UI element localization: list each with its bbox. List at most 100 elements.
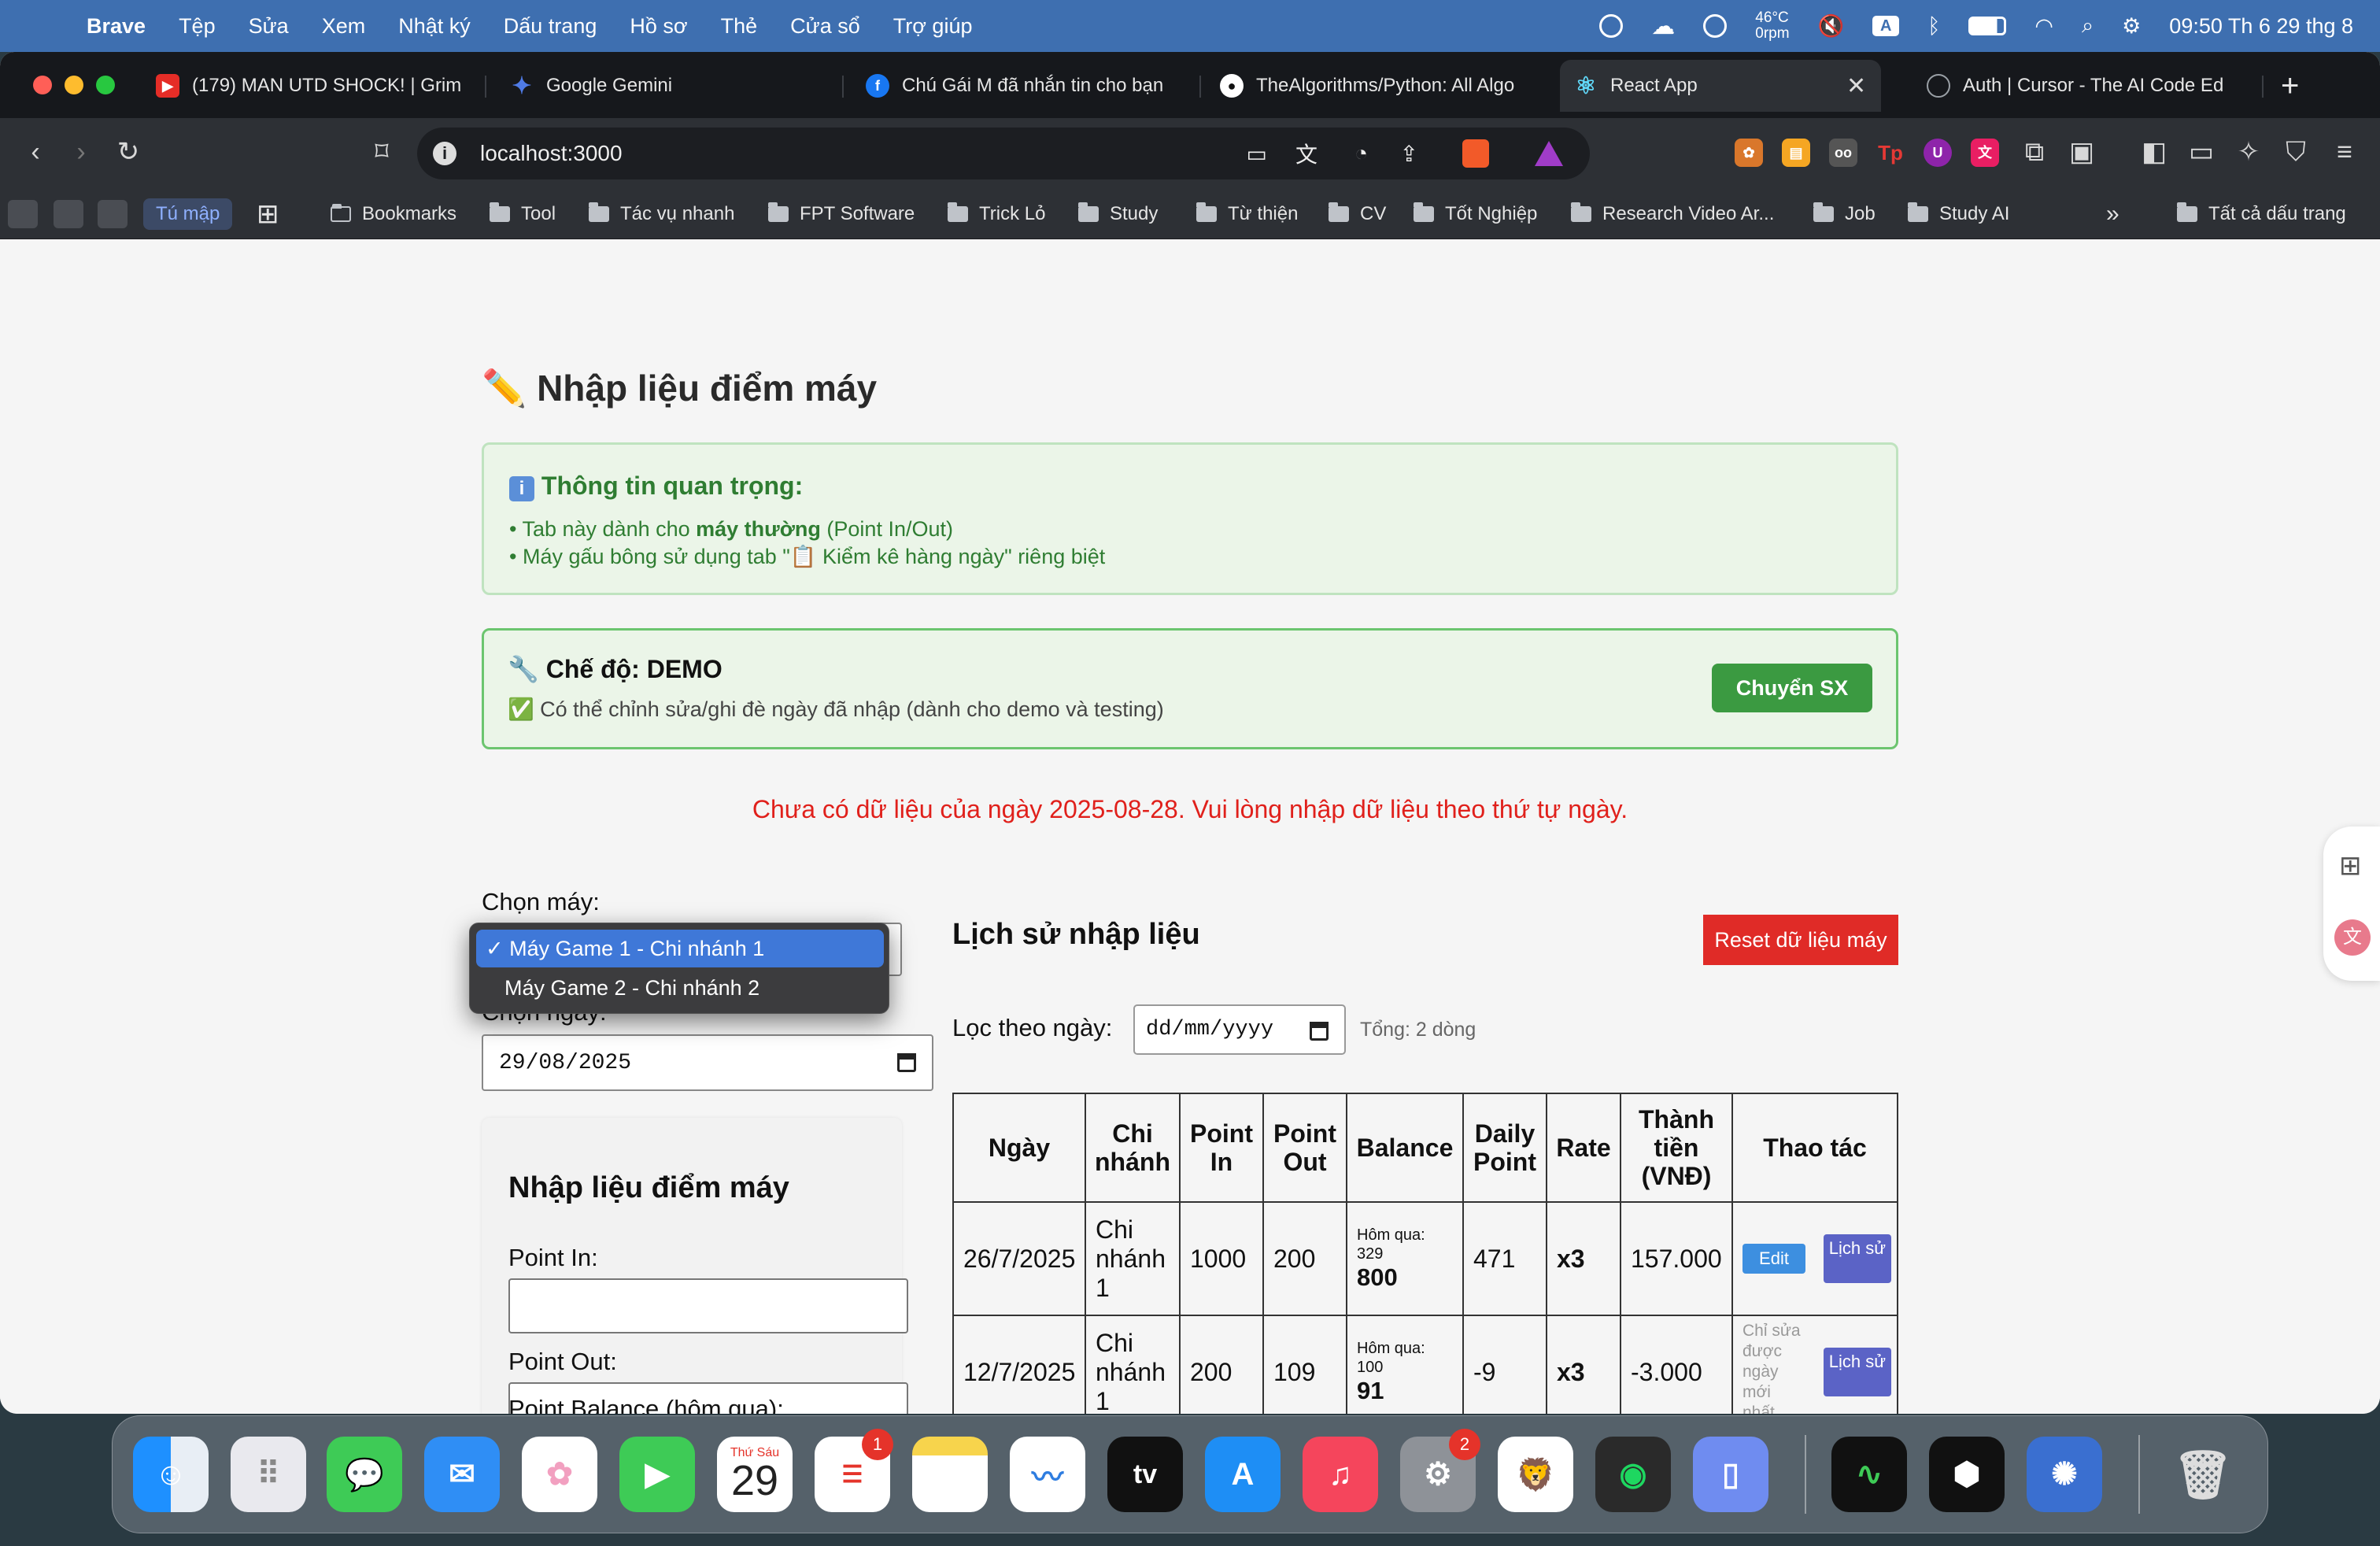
- calendar-app-icon[interactable]: Thứ Sáu 29: [717, 1437, 793, 1512]
- tab-github[interactable]: ● TheAlgorithms/Python: All Algo: [1220, 60, 1538, 112]
- translate-icon[interactable]: 文: [1295, 138, 1318, 169]
- switch-mode-button[interactable]: Chuyển SX: [1712, 664, 1872, 712]
- brave-shields-icon[interactable]: [1462, 139, 1489, 168]
- play-icon[interactable]: [1703, 14, 1728, 38]
- menu-icon[interactable]: ≡: [2328, 135, 2361, 168]
- facetime-icon[interactable]: ▶: [619, 1437, 695, 1512]
- bookmark-folder-tool[interactable]: Tool: [490, 198, 556, 230]
- bookmark-folder-study-ai[interactable]: Study AI: [1908, 198, 2009, 230]
- battery-icon[interactable]: [1968, 17, 2007, 35]
- zoom-window-button[interactable]: [96, 76, 115, 94]
- photos-icon[interactable]: ✿: [522, 1437, 597, 1512]
- bookmark-folder-cv[interactable]: CV: [1329, 198, 1386, 230]
- brave-browser-icon[interactable]: 🦁: [1498, 1437, 1573, 1512]
- tab-facebook[interactable]: f Chú Gái M đã nhắn tin cho bạn: [866, 60, 1181, 112]
- menu-profiles[interactable]: Hồ sơ: [630, 14, 687, 39]
- search-icon[interactable]: ⌕: [2082, 13, 2094, 39]
- notes-icon[interactable]: [912, 1437, 988, 1512]
- bluetooth-icon[interactable]: ᛒ: [1927, 14, 1940, 39]
- extension-glasses-icon[interactable]: oo: [1829, 139, 1857, 167]
- row-history-button[interactable]: Lịch sử: [1823, 1234, 1891, 1283]
- monitor-status-icon[interactable]: [1599, 14, 1624, 38]
- finder-icon[interactable]: ☺: [133, 1437, 209, 1512]
- site-info-icon[interactable]: i: [433, 142, 456, 165]
- close-window-button[interactable]: [33, 76, 52, 94]
- sidebar-toggle-icon[interactable]: ◧: [2138, 135, 2171, 168]
- launchpad-icon[interactable]: ⠿: [231, 1437, 306, 1512]
- control-center-icon[interactable]: ⚙: [2122, 14, 2141, 39]
- extension-tp-icon[interactable]: Tp: [1876, 139, 1905, 167]
- bookmark-folder-study[interactable]: Study: [1078, 198, 1158, 230]
- cloud-icon[interactable]: ☁: [1651, 13, 1675, 40]
- menu-app-name[interactable]: Brave: [87, 14, 146, 39]
- more-bookmarks-icon[interactable]: »: [2106, 198, 2119, 230]
- apps-grid-icon[interactable]: ⊞: [257, 198, 279, 230]
- spotify-icon[interactable]: ◉: [1595, 1437, 1671, 1512]
- calendar-icon[interactable]: [1310, 1022, 1329, 1041]
- extension-ublock-icon[interactable]: U: [1924, 139, 1952, 167]
- forward-icon[interactable]: ›: [65, 135, 98, 168]
- bookmark-folder-job[interactable]: Job: [1813, 198, 1876, 230]
- reload-icon[interactable]: ↻: [112, 135, 145, 168]
- bookmark-folder-tot-nghiep[interactable]: Tốt Nghiệp: [1414, 198, 1537, 230]
- input-source-icon[interactable]: A: [1872, 16, 1900, 36]
- clock[interactable]: 09:50 Th 6 29 thg 8: [2169, 14, 2353, 39]
- minimize-window-button[interactable]: [65, 76, 83, 94]
- cast-icon[interactable]: ▭: [1247, 141, 1267, 167]
- all-bookmarks[interactable]: Tất cả dấu trang: [2177, 198, 2346, 230]
- filter-date-input[interactable]: dd/mm/yyyy: [1133, 1004, 1346, 1055]
- temperature-readout[interactable]: 46°C 0rpm: [1755, 10, 1789, 42]
- back-icon[interactable]: ‹: [19, 135, 52, 168]
- messages-icon[interactable]: 💬: [327, 1437, 402, 1512]
- apple-tv-icon[interactable]: tv: [1107, 1437, 1183, 1512]
- close-tab-icon[interactable]: ✕: [1846, 72, 1866, 100]
- menu-help[interactable]: Trợ giúp: [893, 14, 973, 39]
- activity-monitor-icon[interactable]: ∿: [1831, 1437, 1907, 1512]
- tab-cursor-auth[interactable]: Auth | Cursor - The AI Code Ed: [1927, 60, 2243, 112]
- share-icon[interactable]: ⇪: [1400, 141, 1418, 167]
- machine-option-1[interactable]: ✓ Máy Game 1 - Chi nhánh 1: [476, 930, 884, 967]
- speed-icon[interactable]: ◔: [1354, 141, 1368, 166]
- menu-file[interactable]: Tệp: [179, 14, 216, 39]
- bookmark-folder-tac-vu[interactable]: Tác vụ nhanh: [589, 198, 734, 230]
- calendar-icon[interactable]: [897, 1053, 916, 1072]
- wifi-icon[interactable]: ◠: [2034, 14, 2053, 39]
- point-in-input[interactable]: [508, 1278, 908, 1333]
- bookmark-folder-trick[interactable]: Trick Lỏ: [948, 198, 1045, 230]
- bookmark-folder-fpt[interactable]: FPT Software: [768, 198, 915, 230]
- tab-gemini[interactable]: ✦ Google Gemini: [510, 60, 825, 112]
- vpn-icon[interactable]: ⛉: [2279, 135, 2312, 168]
- wallet-icon[interactable]: ▭: [2185, 135, 2218, 168]
- tab-group-chip[interactable]: Tú mập: [143, 198, 233, 230]
- screenshot-icon[interactable]: ▣: [2065, 135, 2098, 168]
- bookmark-folder-tu-thien[interactable]: Từ thiện: [1196, 198, 1298, 230]
- reset-machine-button[interactable]: Reset dữ liệu máy: [1703, 915, 1898, 965]
- music-icon[interactable]: ♫: [1303, 1437, 1378, 1512]
- cursor-app-icon[interactable]: ⬢: [1929, 1437, 2005, 1512]
- menu-history[interactable]: Nhật ký: [398, 14, 471, 39]
- menu-tab[interactable]: Thẻ: [721, 14, 758, 39]
- extension-translate-icon[interactable]: 文: [1971, 139, 1999, 167]
- menu-view[interactable]: Xem: [322, 14, 366, 39]
- extension-note-icon[interactable]: ▤: [1782, 139, 1810, 167]
- mute-icon[interactable]: 🔇: [1818, 13, 1845, 39]
- edit-button[interactable]: Edit: [1743, 1244, 1805, 1274]
- pinned-group-3[interactable]: [98, 200, 128, 228]
- menu-bookmarks[interactable]: Dấu trang: [504, 14, 597, 39]
- freeform-icon[interactable]: 〰: [1010, 1437, 1085, 1512]
- menu-window[interactable]: Cửa sổ: [790, 14, 860, 39]
- bookmark-bookmarks[interactable]: Bookmarks: [331, 198, 456, 230]
- disk-utility-icon[interactable]: ✺: [2027, 1437, 2102, 1512]
- tab-react-app[interactable]: ⚛ React App ✕: [1560, 60, 1881, 112]
- row-history-button[interactable]: Lịch sử: [1823, 1348, 1891, 1396]
- address-bar[interactable]: i localhost:3000 ▭ 文 ◔ ⇪: [417, 128, 1590, 179]
- tab-youtube[interactable]: ▶ (179) MAN UTD SHOCK! | Grim: [156, 60, 469, 112]
- leo-ai-icon[interactable]: ✧: [2232, 135, 2265, 168]
- trash-icon[interactable]: 🗑: [2165, 1437, 2241, 1512]
- pinned-group-2[interactable]: [54, 200, 83, 228]
- machine-option-2[interactable]: Máy Game 2 - Chi nhánh 2: [476, 969, 884, 1007]
- iphone-mirroring-icon[interactable]: ▯: [1693, 1437, 1768, 1512]
- mail-icon[interactable]: ✉: [424, 1437, 500, 1512]
- bookmark-folder-research[interactable]: Research Video Ar...: [1571, 198, 1774, 230]
- new-tab-button[interactable]: +: [2281, 60, 2320, 112]
